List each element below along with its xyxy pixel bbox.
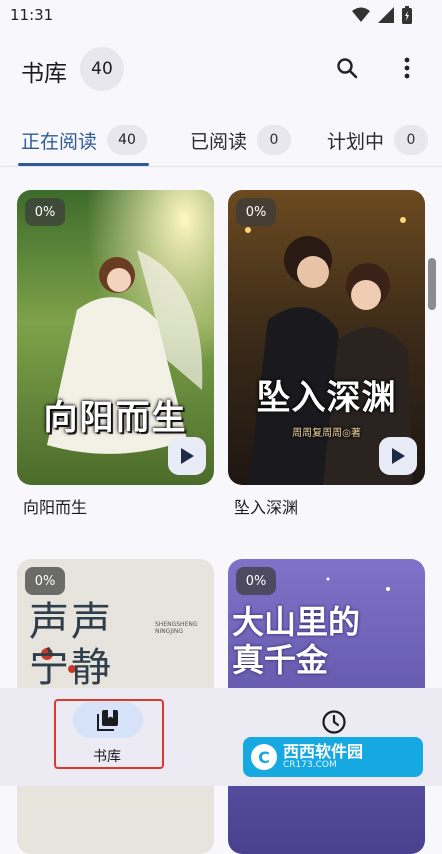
play-icon (392, 448, 405, 464)
more-options-button[interactable] (387, 48, 427, 88)
tab-count-badge: 40 (107, 125, 148, 155)
tab-label: 已阅读 (190, 130, 248, 153)
watermark-sub-text: CR173.COM (283, 759, 337, 770)
reading-status-tabs: 正在阅读 40 已阅读 0 计划中 0 (0, 112, 442, 167)
progress-badge: 0% (236, 198, 276, 226)
cover-subtitle-text: SHENGSHENG NINGJING (155, 621, 198, 635)
book-card[interactable]: 向阳而生 0% (17, 190, 214, 485)
status-time: 11:31 (10, 6, 54, 24)
page-title: 书库 (21, 61, 67, 87)
cover-title-text: 坠入深渊 (256, 378, 397, 418)
search-icon (337, 58, 358, 79)
progress-badge: 0% (25, 198, 65, 226)
tab-count-badge: 0 (257, 125, 292, 155)
book-title: 向阳而生 (23, 498, 88, 517)
watermark-main-text: 西西软件园 (283, 742, 364, 762)
cover-title-text: 声声宁静 (29, 599, 113, 691)
battery-icon (402, 6, 412, 24)
watermark-logo-mark: C (251, 744, 277, 770)
tab-count-badge: 0 (394, 125, 429, 155)
search-button[interactable] (327, 48, 367, 88)
status-icons (352, 6, 412, 24)
tab-planned[interactable]: 计划中 0 (327, 120, 429, 160)
scrollbar-thumb[interactable] (428, 258, 436, 310)
wifi-icon (352, 7, 370, 22)
play-button[interactable] (379, 437, 417, 475)
play-icon (181, 448, 194, 464)
watermark-logo: C 西西软件园 CR173.COM (243, 737, 423, 777)
history-icon (322, 710, 346, 734)
tab-label: 正在阅读 (21, 130, 98, 153)
selection-highlight-box (54, 699, 164, 769)
play-button[interactable] (168, 437, 206, 475)
app-bar: 书库 40 (0, 40, 442, 98)
signal-icon (378, 7, 394, 23)
tab-label: 计划中 (327, 130, 385, 153)
tab-reading[interactable]: 正在阅读 40 (21, 120, 148, 160)
status-bar: 11:31 (0, 0, 442, 32)
active-tab-indicator (18, 163, 149, 166)
progress-badge: 0% (25, 567, 65, 595)
more-vert-icon (404, 57, 410, 79)
cover-title-text: 向阳而生 (43, 398, 188, 438)
tab-read[interactable]: 已阅读 0 (190, 120, 292, 160)
book-count-badge: 40 (80, 47, 124, 91)
cover-title-text: 大山里的真千金 (232, 603, 361, 679)
nav-item-history[interactable] (314, 702, 354, 742)
book-title: 坠入深渊 (234, 498, 299, 517)
book-card[interactable]: 坠入深渊 周周复周周◎著 0% (228, 190, 425, 485)
progress-badge: 0% (236, 567, 276, 595)
